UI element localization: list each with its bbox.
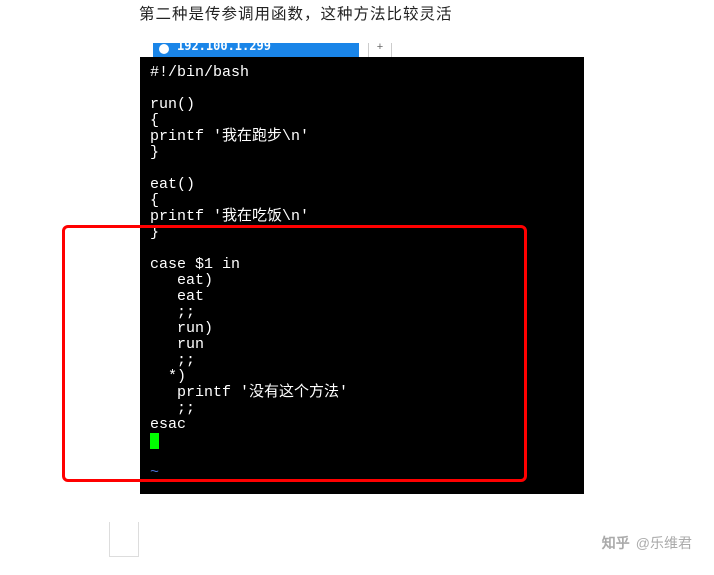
code-line: { bbox=[150, 192, 159, 209]
terminal-body: #!/bin/bash run() { printf '我在跑步\n' } ea… bbox=[140, 57, 584, 494]
code-line: printf '我在吃饭\n' bbox=[150, 208, 309, 225]
section-heading: 第二种是传参调用函数，这种方法比较灵活 bbox=[139, 2, 453, 24]
vim-tilde: ~ bbox=[150, 464, 159, 481]
watermark: 知乎 @乐维君 bbox=[602, 533, 692, 553]
code-line: { bbox=[150, 112, 159, 129]
terminal-screenshot: 192.100.1.299 + #!/bin/bash run() { prin… bbox=[140, 43, 584, 494]
code-line: ;; bbox=[150, 400, 195, 417]
terminal-active-tab[interactable]: 192.100.1.299 bbox=[153, 43, 359, 57]
code-line: run() bbox=[150, 96, 195, 113]
code-line: printf '我在跑步\n' bbox=[150, 128, 309, 145]
zhihu-logo-icon: 知乎 bbox=[602, 533, 630, 553]
code-line: printf '没有这个方法' bbox=[150, 384, 348, 401]
code-line: #!/bin/bash bbox=[150, 64, 249, 81]
code-line: esac bbox=[150, 416, 186, 433]
code-line: eat() bbox=[150, 176, 195, 193]
code-line: } bbox=[150, 224, 159, 241]
code-line: ;; bbox=[150, 352, 195, 369]
status-dot-icon bbox=[159, 44, 169, 54]
image-placeholder bbox=[109, 522, 139, 557]
new-tab-button[interactable]: + bbox=[368, 43, 392, 57]
code-line: run bbox=[150, 336, 204, 353]
code-line: *) bbox=[150, 368, 186, 385]
code-line: run) bbox=[150, 320, 213, 337]
watermark-author: @乐维君 bbox=[636, 533, 692, 553]
code-line: } bbox=[150, 144, 159, 161]
code-line: case $1 in bbox=[150, 256, 240, 273]
code-line: eat) bbox=[150, 272, 213, 289]
terminal-cursor-icon bbox=[150, 433, 159, 449]
code-line: eat bbox=[150, 288, 204, 305]
code-line: ;; bbox=[150, 304, 195, 321]
terminal-tab-bar: 192.100.1.299 + bbox=[140, 43, 584, 57]
tab-ip-label: 192.100.1.299 bbox=[177, 43, 271, 53]
